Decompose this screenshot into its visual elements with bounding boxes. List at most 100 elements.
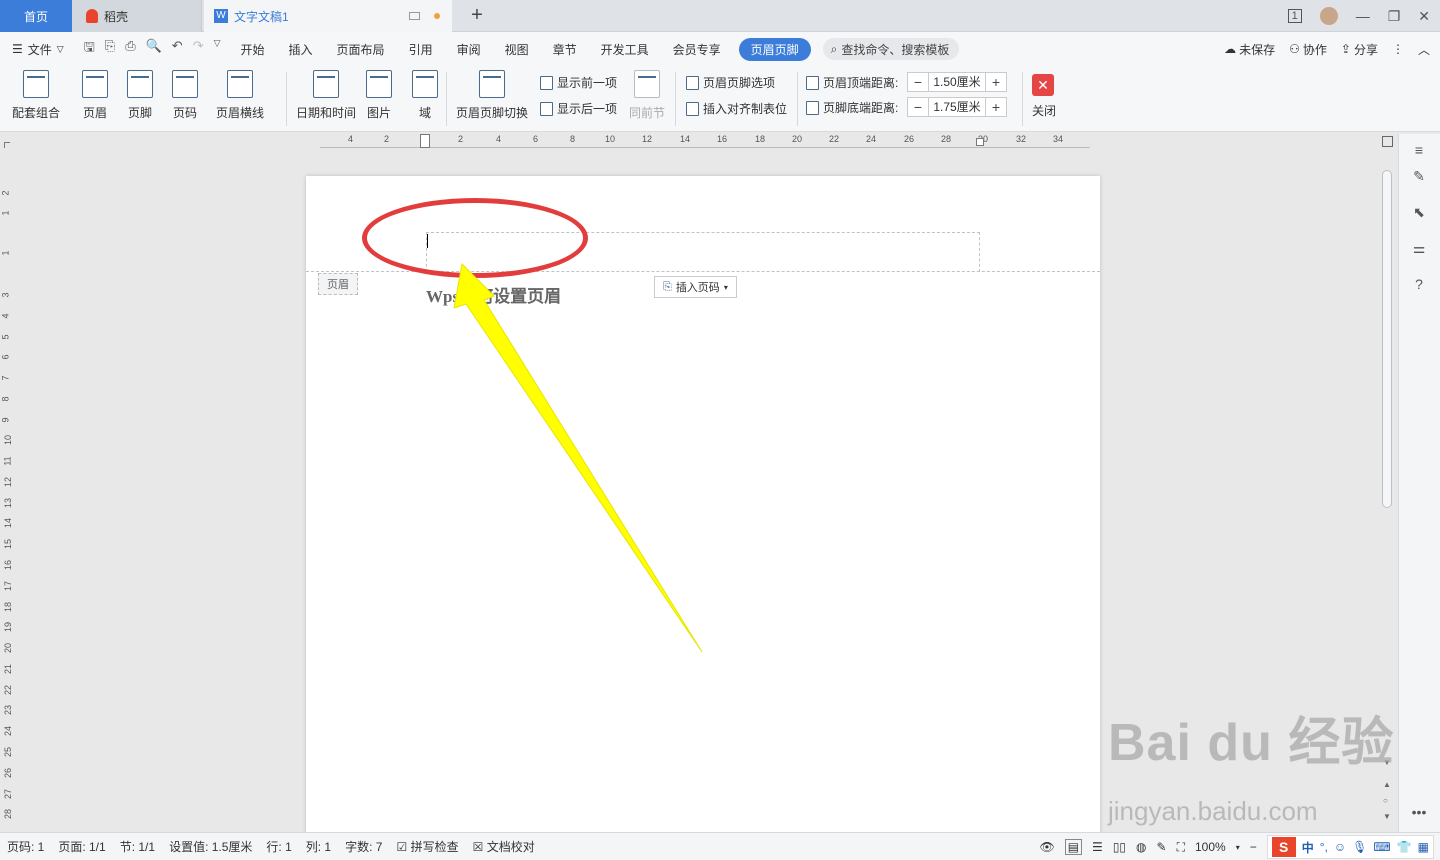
unsaved-button[interactable]: ☁ 未保存 bbox=[1224, 41, 1275, 58]
web-view-icon[interactable]: ◍ bbox=[1136, 840, 1146, 854]
split-view-icon[interactable] bbox=[1382, 136, 1393, 147]
redo-icon[interactable]: ↷ bbox=[193, 38, 204, 60]
reading-view-icon[interactable]: ▯▯ bbox=[1113, 840, 1126, 854]
zoom-out-icon[interactable]: − bbox=[1250, 840, 1257, 854]
more-icon[interactable]: ⋮ bbox=[1392, 42, 1404, 56]
print-preview-icon[interactable]: 🔍 bbox=[146, 38, 162, 60]
new-tab-button[interactable]: + bbox=[466, 4, 488, 26]
status-setting[interactable]: 设置值: 1.5厘米 bbox=[162, 838, 259, 855]
zoom-dropdown-icon[interactable]: ▾ bbox=[1236, 843, 1240, 852]
header-footer-switch-button[interactable]: 页眉页脚切换 bbox=[456, 70, 528, 121]
header-top-distance-input[interactable]: 1.50厘米 bbox=[928, 73, 986, 91]
proofread-button[interactable]: ☒ 文档校对 bbox=[466, 838, 542, 855]
footer-bottom-distance-input[interactable]: 1.75厘米 bbox=[928, 98, 986, 116]
sidebar-menu-icon[interactable]: ≡ bbox=[1409, 140, 1429, 160]
select-browse-icon[interactable]: ○ bbox=[1383, 796, 1388, 805]
tab-home[interactable]: 首页 bbox=[0, 0, 72, 32]
ime-language[interactable]: 中 bbox=[1302, 839, 1314, 856]
datetime-button[interactable]: 日期和时间 bbox=[296, 70, 356, 121]
footer-button[interactable]: 页脚 bbox=[127, 70, 153, 121]
eye-protection-icon[interactable]: 👁 bbox=[1039, 840, 1054, 854]
more-options-icon[interactable]: ••• bbox=[1409, 802, 1429, 822]
page-up-icon[interactable]: ▲ bbox=[1383, 780, 1391, 789]
collab-button[interactable]: ⚇ 协作 bbox=[1289, 41, 1327, 58]
status-column[interactable]: 列: 1 bbox=[299, 838, 338, 855]
pen-icon[interactable]: ✎ bbox=[1409, 166, 1429, 186]
show-previous-button[interactable]: 显示前一项 bbox=[540, 74, 617, 91]
decrease-icon[interactable]: − bbox=[908, 98, 928, 116]
close-header-footer-icon[interactable]: ✕ bbox=[1032, 74, 1054, 96]
collapse-ribbon-icon[interactable]: ︿ bbox=[1418, 41, 1430, 58]
menu-review[interactable]: 审阅 bbox=[445, 41, 493, 58]
left-indent-marker-icon[interactable] bbox=[420, 134, 430, 148]
scroll-thumb[interactable] bbox=[1382, 170, 1392, 508]
vertical-ruler[interactable]: 2 1 1 3 4 5 6 7 8 9 10 11 12 13 14 15 16… bbox=[0, 176, 14, 826]
horizontal-ruler[interactable]: 4 2 2 4 6 8 10 12 14 16 18 20 22 24 26 2… bbox=[320, 134, 1090, 148]
share-button[interactable]: ⇪ 分享 bbox=[1341, 41, 1378, 58]
input-method-bar[interactable]: S 中 °, ☺ 🎙 ⌨ 👕 ▦ bbox=[1266, 835, 1434, 859]
header-line-button[interactable]: 页眉横线 bbox=[216, 70, 264, 121]
document-page[interactable]: 页眉 ⎘ 插入页码 ▾ Wps如何设置页眉 bbox=[306, 176, 1100, 836]
file-menu[interactable]: ☰ 文件 ▽ bbox=[0, 41, 76, 58]
fit-page-icon[interactable]: ⛶ bbox=[1177, 840, 1185, 855]
menu-chapter[interactable]: 章节 bbox=[541, 41, 589, 58]
zoom-level[interactable]: 100% bbox=[1195, 840, 1226, 854]
footer-bottom-distance-stepper[interactable]: − 1.75厘米 + bbox=[907, 97, 1007, 117]
format-painter-icon[interactable]: ⎘ bbox=[105, 38, 115, 60]
keyboard-icon[interactable]: ⌨ bbox=[1373, 840, 1390, 854]
tab-document[interactable]: W 文字文稿1 bbox=[204, 0, 452, 32]
avatar[interactable] bbox=[1319, 7, 1338, 25]
same-as-previous-button[interactable]: 同前节 bbox=[629, 70, 665, 121]
settings-sliders-icon[interactable]: ⚌ bbox=[1409, 238, 1429, 258]
menu-references[interactable]: 引用 bbox=[397, 41, 445, 58]
spell-check-button[interactable]: ☑ 拼写检查 bbox=[389, 838, 465, 855]
minimize-icon[interactable]: — bbox=[1356, 8, 1370, 24]
menu-member[interactable]: 会员专享 bbox=[661, 41, 733, 58]
status-section[interactable]: 节: 1/1 bbox=[113, 838, 162, 855]
show-next-button[interactable]: 显示后一项 bbox=[540, 100, 617, 117]
emoji-icon[interactable]: ☺ bbox=[1334, 840, 1346, 854]
picture-button[interactable]: 图片 bbox=[366, 70, 392, 121]
decrease-icon[interactable]: − bbox=[908, 73, 928, 91]
customize-icon[interactable]: ▽ bbox=[214, 38, 221, 60]
menu-start[interactable]: 开始 bbox=[229, 41, 277, 58]
page-down-icon[interactable]: ▼ bbox=[1383, 812, 1391, 821]
outline-view-icon[interactable]: ☰ bbox=[1092, 840, 1103, 854]
insert-align-tab-button[interactable]: 插入对齐制表位 bbox=[686, 100, 787, 117]
menu-header-footer[interactable]: 页眉页脚 bbox=[738, 37, 811, 61]
print-icon[interactable]: ⎙ bbox=[125, 38, 135, 60]
status-page-number[interactable]: 页码: 1 bbox=[0, 838, 51, 855]
status-word-count[interactable]: 字数: 7 bbox=[338, 838, 389, 855]
maximize-icon[interactable]: ❐ bbox=[1388, 8, 1401, 25]
punctuation-icon[interactable]: °, bbox=[1320, 840, 1328, 854]
header-footer-options-button[interactable]: 页眉页脚选项 bbox=[686, 74, 775, 91]
menu-developer[interactable]: 开发工具 bbox=[589, 41, 661, 58]
status-row[interactable]: 行: 1 bbox=[259, 838, 298, 855]
header-top-distance-stepper[interactable]: − 1.50厘米 + bbox=[907, 72, 1007, 92]
menu-insert[interactable]: 插入 bbox=[277, 41, 325, 58]
menu-view[interactable]: 视图 bbox=[493, 41, 541, 58]
right-indent-marker-icon[interactable] bbox=[976, 138, 984, 146]
microphone-icon[interactable]: 🎙 bbox=[1352, 840, 1367, 854]
status-pages[interactable]: 页面: 1/1 bbox=[51, 838, 112, 855]
monitor-icon[interactable] bbox=[409, 12, 420, 20]
command-search[interactable]: ⌕ 查找命令、搜索模板 bbox=[822, 38, 959, 60]
help-icon[interactable]: ? bbox=[1409, 274, 1429, 294]
tab-daoke[interactable]: 稻壳 bbox=[72, 0, 202, 32]
page-number-button[interactable]: 页码 bbox=[172, 70, 198, 121]
undo-icon[interactable]: ↶ bbox=[172, 38, 183, 60]
write-mode-icon[interactable]: ✎ bbox=[1157, 840, 1167, 854]
skin-icon[interactable]: 👕 bbox=[1397, 840, 1412, 854]
increase-icon[interactable]: + bbox=[986, 73, 1006, 91]
toolbox-icon[interactable]: ▦ bbox=[1418, 840, 1429, 854]
select-cursor-icon[interactable]: ⬉ bbox=[1409, 202, 1429, 222]
combo-button[interactable]: 配套组合 bbox=[12, 70, 60, 121]
close-window-icon[interactable]: ✕ bbox=[1418, 8, 1430, 25]
window-count-badge[interactable]: 1 bbox=[1287, 9, 1302, 23]
field-button[interactable]: 域 bbox=[412, 70, 438, 121]
save-icon[interactable]: 🖫 bbox=[84, 38, 95, 60]
page-view-icon[interactable]: ▤ bbox=[1064, 839, 1083, 855]
header-button[interactable]: 页眉 bbox=[82, 70, 108, 121]
close-header-footer-button[interactable]: 关闭 bbox=[1032, 102, 1056, 119]
menu-page-layout[interactable]: 页面布局 bbox=[325, 41, 397, 58]
